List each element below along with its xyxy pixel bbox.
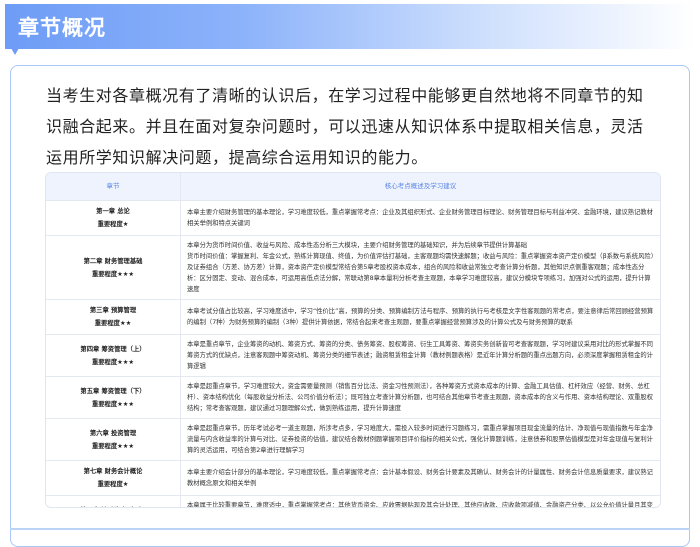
summary-cell: 本章分为货币时间价值、收益与风险、成本性态分析三大模块，主要介绍财务管理的基础知… bbox=[180, 235, 660, 300]
summary-cell: 本章主要介绍财务管理的基本理论，学习难度较低，重点掌握常考点：企业及其组织形式、… bbox=[180, 200, 660, 236]
table-header-row: 章节 核心考点概述及学习建议 bbox=[46, 173, 660, 201]
chapter-cell: 第二章 财务管理基础 重要程度★★★ bbox=[46, 235, 181, 300]
chapter-name: 第四章 筹资管理（上） bbox=[80, 345, 146, 353]
header-summary: 核心考点概述及学习建议 bbox=[180, 173, 660, 201]
summary-cell: 本章考试分值占比较高，学习难度适中，学习“性价比”高，预算的分类、预算编制方法与… bbox=[180, 299, 660, 335]
table-row: 第六章 投资管理 重要程度★★★ 本章是超重点章节，历年考试必考一道主观题，所涉考点… bbox=[46, 418, 660, 461]
card-bottom-border bbox=[10, 528, 690, 530]
chapter-name: 第五章 筹资管理（下） bbox=[80, 387, 146, 395]
chapter-cell: 第三章 预算管理 重要程度★★ bbox=[46, 299, 181, 335]
triangle-marker-icon bbox=[7, 41, 23, 55]
summary-cell: 本章是重点章节，企业筹资的动机、筹资方式、筹资的分类、债务筹资、股权筹资、衍生工… bbox=[180, 334, 660, 377]
section-header: 章节概况 bbox=[5, 4, 695, 49]
table-row: 第二章 财务管理基础 重要程度★★★ 本章分为货币时间价值、收益与风险、成本性态分析… bbox=[46, 235, 660, 300]
chapter-name: 第六章 投资管理 bbox=[89, 429, 137, 437]
chapter-cell: 第八章 流动资产（一）重要程度★★ bbox=[46, 495, 181, 508]
summary-cell: 本章属于比较重要章节，难度适中，重点掌握常考点：其他货币资金、应收票据贴现及其会… bbox=[180, 495, 660, 507]
summary-cell: 本章是超重点章节，历年考试必考一道主观题，所涉考点多，学习难度大，需投入较多时间… bbox=[180, 418, 660, 461]
importance-rating: 重要程度★ bbox=[97, 481, 129, 488]
chapter-name: 第八章 流动资产（一） bbox=[52, 504, 174, 508]
summary-cell: 本章主要介绍会计部分的基本理论，学习难度较低，重点掌握常考点：会计基本假设、财务… bbox=[180, 460, 660, 496]
chapter-name: 第二章 财务管理基础 bbox=[83, 257, 143, 265]
importance-rating: 重要程度★★ bbox=[94, 320, 132, 327]
chapter-cell: 第六章 投资管理 重要程度★★★ bbox=[46, 418, 181, 461]
chapter-cell: 第五章 筹资管理（下） 重要程度★★★ bbox=[46, 376, 181, 419]
section-title: 章节概况 bbox=[18, 16, 106, 40]
table-row: 第五章 筹资管理（下） 重要程度★★★ 本章是超重点章节，学习难度较大，资金需要量预… bbox=[46, 376, 660, 419]
table-row: 第三章 预算管理 重要程度★★ 本章考试分值占比较高，学习难度适中，学习“性价比”高… bbox=[46, 299, 660, 335]
header-chapter: 章节 bbox=[46, 173, 181, 201]
table-row: 第四章 筹资管理（上） 重要程度★★★ 本章是重点章节，企业筹资的动机、筹资方式、筹… bbox=[46, 334, 660, 377]
table-row: 第八章 流动资产（一）重要程度★★本章属于比较重要章节，难度适中，重点掌握常考点… bbox=[46, 495, 660, 508]
summary-cell: 本章是超重点章节，学习难度较大，资金需要量预测（销售百分比法、资金习性预测法），… bbox=[180, 376, 660, 419]
intro-paragraph: 当考生对各章概况有了清晰的认识后，在学习过程中能够更自然地将不同章节的知识融合起… bbox=[46, 86, 644, 167]
importance-rating: 重要程度★★★ bbox=[91, 442, 135, 450]
chapter-name: 第三章 预算管理 bbox=[89, 307, 137, 314]
importance-rating: 重要程度★★★ bbox=[91, 400, 135, 408]
table-row: 第七章 财务会计概论 重要程度★ 本章主要介绍会计部分的基本理论，学习难度较低，重点… bbox=[46, 460, 660, 496]
chapter-name: 第一章 总论 bbox=[96, 208, 130, 215]
chapter-cell: 第一章 总论 重要程度★ bbox=[46, 200, 181, 236]
importance-rating: 重要程度★★★ bbox=[91, 358, 135, 366]
table-row: 第一章 总论 重要程度★ 本章主要介绍财务管理的基本理论，学习难度较低，重点掌握常考… bbox=[46, 200, 660, 236]
chapter-cell: 第四章 筹资管理（上） 重要程度★★★ bbox=[46, 334, 181, 377]
importance-rating: 重要程度★★★ bbox=[91, 270, 135, 278]
chapter-table: 章节 核心考点概述及学习建议 第一章 总论 重要程度★ 本章主要介绍财务管理的基本理… bbox=[45, 172, 661, 508]
chapter-name: 第七章 财务会计概论 bbox=[83, 468, 143, 475]
chapter-cell: 第七章 财务会计概论 重要程度★ bbox=[46, 460, 181, 496]
importance-rating: 重要程度★ bbox=[97, 221, 129, 228]
